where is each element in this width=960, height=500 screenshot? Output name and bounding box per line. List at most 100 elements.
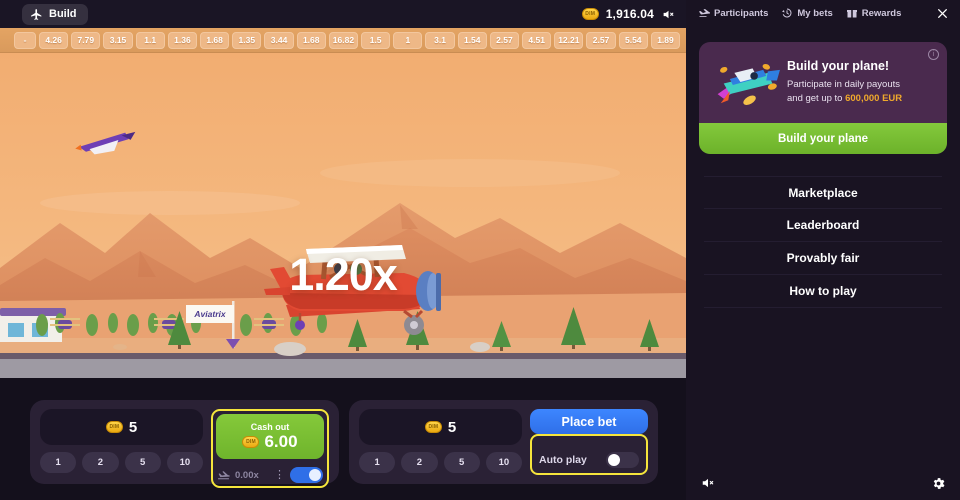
sidebar-link-label: Participants (714, 7, 769, 19)
history-chip[interactable]: 1.1 (135, 31, 165, 49)
sidebar-item-marketplace[interactable]: Marketplace (704, 176, 942, 209)
history-chip[interactable]: 1 (393, 31, 423, 49)
history-chip[interactable]: 3.44 (264, 31, 294, 49)
svg-text:Aviatrix: Aviatrix (193, 309, 226, 319)
promo-subtitle: Participate in daily payouts and get up … (787, 78, 937, 106)
quick-amount-row-left: 1 2 5 10 (40, 452, 203, 473)
auto-play-row: Auto play (532, 447, 646, 473)
more-vertical-icon[interactable]: ⋮ (274, 469, 285, 480)
sidebar: Participants My bets Rewards i Build you… (686, 0, 960, 500)
history-chip[interactable]: 3.1 (425, 31, 455, 49)
coin-icon: DIM (242, 435, 260, 448)
coin-icon: DIM (424, 421, 442, 433)
info-icon[interactable]: i (928, 49, 939, 60)
history-chip[interactable]: 2.57 (586, 31, 616, 49)
sidebar-footer (686, 466, 960, 500)
quick-amount-button[interactable]: 5 (124, 452, 161, 473)
cashout-section: Cash out DIM 6.00 0.00x ⋮ (211, 409, 329, 488)
promo-card: i Build your plane! Participate in daily… (699, 42, 947, 154)
history-chip[interactable]: 4.26 (39, 31, 69, 49)
close-icon[interactable] (936, 7, 949, 20)
build-your-plane-button[interactable]: Build your plane (699, 123, 947, 154)
history-chip[interactable]: 1.68 (200, 31, 230, 49)
bet-amount-input-right[interactable]: DIM 5 (359, 409, 522, 445)
sidebar-header: Participants My bets Rewards (686, 0, 960, 26)
history-chip[interactable]: 1.36 (167, 31, 198, 49)
promo-amount: 600,000 EUR (845, 92, 903, 104)
bet-amount-value-left: 5 (128, 418, 138, 436)
coin-icon: DIM (105, 421, 123, 433)
quick-amount-button[interactable]: 10 (166, 452, 203, 473)
history-chip[interactable]: 1.89 (650, 31, 681, 49)
build-button-label: Build (49, 8, 77, 20)
bet-amount-value-right: 5 (447, 418, 457, 436)
history-chip[interactable]: 1.54 (457, 31, 487, 49)
history-clock-icon (782, 8, 792, 18)
sidebar-menu: Marketplace Leaderboard Provably fair Ho… (704, 176, 942, 308)
history-chip[interactable]: 12.21 (554, 31, 584, 49)
auto-cashout-row: 0.00x ⋮ (216, 467, 324, 483)
sidebar-link-label: Rewards (861, 7, 902, 19)
history-chip[interactable]: 16.82 (328, 31, 359, 49)
placebet-section: Place bet Auto play (530, 409, 648, 475)
sidebar-item-provably-fair[interactable]: Provably fair (704, 242, 942, 275)
sidebar-link-label: My bets (797, 7, 833, 19)
bet-amount-input-left[interactable]: DIM 5 (40, 409, 203, 445)
history-chip[interactable]: 2.57 (489, 31, 520, 49)
sidebar-item-leaderboard[interactable]: Leaderboard (704, 209, 942, 242)
quick-amount-button[interactable]: 2 (401, 452, 438, 473)
auto-cashout-value: 0.00x (235, 469, 259, 481)
scene-illustration: Aviatrix (0, 53, 686, 378)
quick-amount-button[interactable]: 10 (485, 452, 522, 473)
bet-left-controls: DIM 5 1 2 5 10 (40, 409, 203, 475)
history-chip[interactable]: 1.5 (361, 31, 391, 49)
speaker-muted-icon[interactable] (700, 476, 716, 490)
build-button[interactable]: Build (22, 3, 88, 25)
game-topbar: Build DIM 1,916.04 (0, 0, 686, 28)
coin-label: DIM (428, 424, 439, 430)
promo-sub-line2: and get up to (787, 92, 846, 104)
coin-label: DIM (585, 11, 596, 17)
toggle-knob (309, 469, 321, 481)
place-bet-button[interactable]: Place bet (530, 409, 648, 434)
bet-panel-right: DIM 5 1 2 5 10 Place bet Auto play (349, 400, 658, 484)
coin-icon: DIM (581, 8, 599, 20)
cash-out-value: 6.00 (264, 431, 298, 451)
game-column: Build DIM 1,916.04 - 4.26 7.79 3.15 1.1 … (0, 0, 686, 500)
bet-panel-left: DIM 5 1 2 5 10 Cash out DIM 6.00 0.00x ⋮ (30, 400, 339, 488)
aviator-game-app: Build DIM 1,916.04 - 4.26 7.79 3.15 1.1 … (0, 0, 960, 500)
history-chip[interactable]: 4.51 (522, 31, 552, 49)
cashout-highlight: Cash out DIM 6.00 0.00x ⋮ (211, 409, 329, 488)
cash-out-button[interactable]: Cash out DIM 6.00 (216, 414, 324, 459)
participants-plane-icon (699, 9, 710, 17)
history-chip[interactable]: - (14, 31, 36, 49)
sidebar-item-how-to-play[interactable]: How to play (704, 275, 942, 308)
promo-sub-line1: Participate in daily payouts (787, 78, 901, 90)
quick-amount-row-right: 1 2 5 10 (359, 452, 522, 473)
quick-amount-button[interactable]: 1 (359, 452, 396, 473)
history-chip[interactable]: 7.79 (71, 31, 101, 49)
auto-cashout-toggle[interactable] (290, 467, 323, 483)
history-chip[interactable]: 5.54 (618, 31, 648, 49)
speaker-muted-icon[interactable] (661, 8, 676, 21)
coin-label: DIM (109, 424, 120, 430)
game-scene: Aviatrix 1.20x (0, 53, 686, 378)
cash-out-amount: DIM 6.00 (242, 431, 298, 452)
history-chip[interactable]: 1.35 (232, 31, 262, 49)
toggle-knob (608, 454, 620, 466)
history-chip[interactable]: 3.15 (103, 31, 133, 49)
history-chip[interactable]: 1.68 (296, 31, 326, 49)
quick-amount-button[interactable]: 1 (40, 452, 77, 473)
balance-value: 1,916.04 (605, 7, 654, 21)
gear-icon[interactable] (931, 476, 946, 491)
auto-play-toggle[interactable] (606, 452, 639, 468)
autoplay-highlight: Auto play (530, 434, 648, 475)
quick-amount-button[interactable]: 5 (443, 452, 480, 473)
sidebar-link-participants[interactable]: Participants (698, 7, 768, 19)
plane-landing-icon (218, 470, 230, 479)
sidebar-link-my-bets[interactable]: My bets (781, 7, 833, 19)
multiplier-history-bar: - 4.26 7.79 3.15 1.1 1.36 1.68 1.35 3.44… (0, 28, 686, 53)
sidebar-link-rewards[interactable]: Rewards (846, 7, 902, 19)
quick-amount-button[interactable]: 2 (82, 452, 119, 473)
betting-area: DIM 5 1 2 5 10 Cash out DIM 6.00 0.00x ⋮… (0, 378, 686, 500)
